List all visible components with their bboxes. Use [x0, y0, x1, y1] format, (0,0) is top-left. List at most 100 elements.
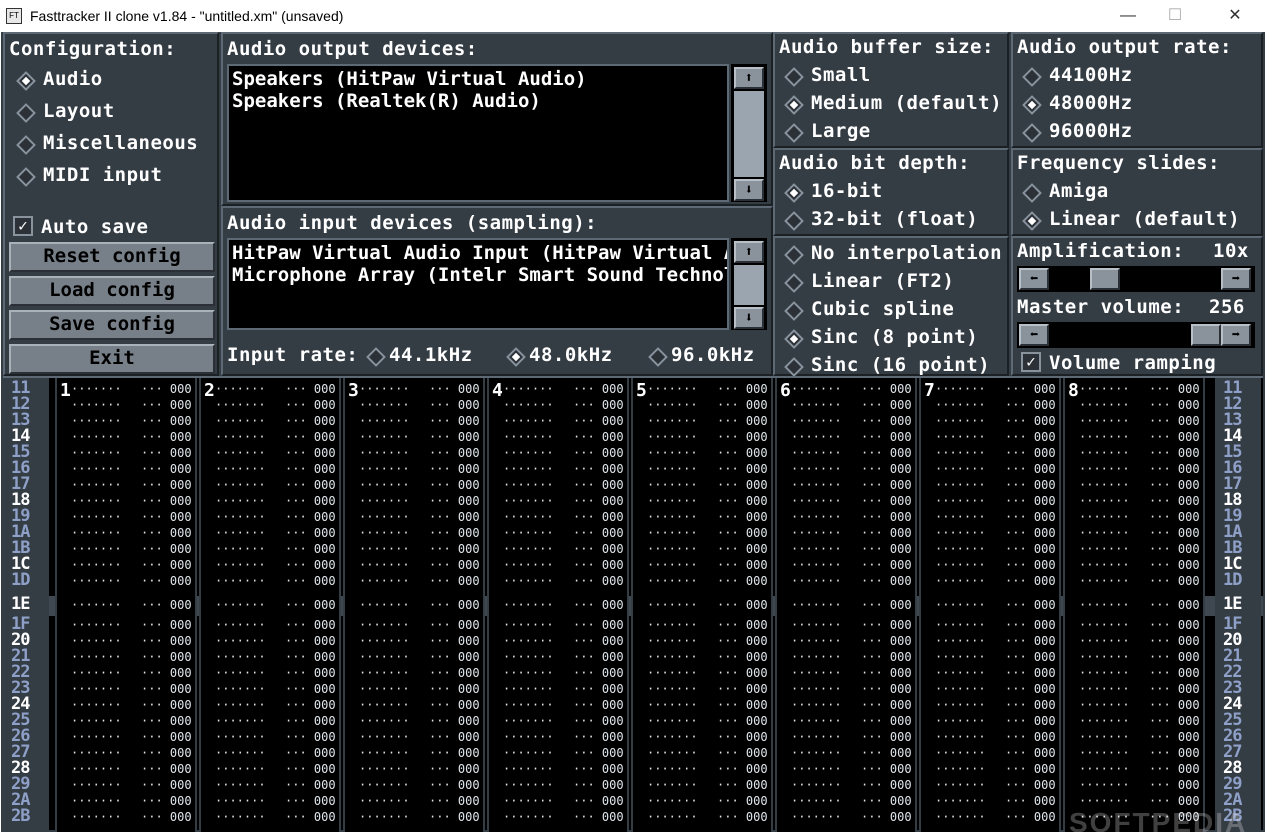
effect-cell[interactable]: ··· 000: [429, 762, 480, 776]
exit-button[interactable]: Exit: [9, 344, 215, 374]
effect-cell[interactable]: ··· 000: [1149, 462, 1200, 476]
note-cell[interactable]: ·······: [359, 618, 410, 632]
note-cell[interactable]: ·······: [71, 510, 122, 524]
effect-cell[interactable]: ··· 000: [285, 666, 336, 680]
effect-cell[interactable]: ··· 000: [573, 650, 624, 664]
effect-cell[interactable]: ··· 000: [285, 634, 336, 648]
note-cell[interactable]: ·······: [359, 810, 410, 824]
note-cell[interactable]: ·······: [935, 650, 986, 664]
effect-cell[interactable]: ··· 000: [573, 478, 624, 492]
effect-cell[interactable]: ··· 000: [717, 446, 768, 460]
effect-cell[interactable]: ··· 000: [861, 430, 912, 444]
effect-cell[interactable]: ··· 000: [285, 730, 336, 744]
channel-6[interactable]: 6 ······· ··· 000 ······· ··· 000 ······· ··· …: [775, 378, 917, 832]
note-cell[interactable]: ·······: [1079, 714, 1130, 728]
note-cell[interactable]: ·······: [935, 666, 986, 680]
note-cell[interactable]: ·······: [71, 462, 122, 476]
note-cell[interactable]: ·······: [215, 778, 266, 792]
note-cell[interactable]: ·······: [359, 650, 410, 664]
note-cell[interactable]: ·······: [71, 730, 122, 744]
note-cell[interactable]: ·······: [647, 398, 698, 412]
note-cell[interactable]: ·······: [503, 698, 554, 712]
note-cell[interactable]: ·······: [71, 414, 122, 428]
note-cell[interactable]: ·······: [503, 730, 554, 744]
note-cell[interactable]: ·······: [503, 574, 554, 588]
effect-cell[interactable]: ··· 000: [1149, 618, 1200, 632]
effect-cell[interactable]: ··· 000: [141, 494, 192, 508]
note-cell[interactable]: ·······: [935, 526, 986, 540]
radio-midi-input[interactable]: [16, 167, 36, 187]
scroll-down-button[interactable]: ⬇: [734, 307, 764, 329]
note-cell[interactable]: ·······: [1079, 558, 1130, 572]
auto-save-checkbox[interactable]: ✓: [13, 216, 33, 236]
effect-cell[interactable]: ··· 000: [141, 778, 192, 792]
note-cell[interactable]: ·······: [647, 698, 698, 712]
note-cell[interactable]: ·······: [71, 746, 122, 760]
effect-cell[interactable]: ··· 000: [429, 542, 480, 556]
note-cell[interactable]: ·······: [215, 810, 266, 824]
effect-cell[interactable]: ··· 000: [141, 526, 192, 540]
note-cell[interactable]: ·······: [215, 494, 266, 508]
effect-cell[interactable]: ··· 000: [717, 382, 768, 396]
note-cell[interactable]: ·······: [935, 558, 986, 572]
note-cell[interactable]: ·······: [503, 634, 554, 648]
note-cell[interactable]: ·······: [935, 762, 986, 776]
effect-cell[interactable]: ··· 000: [429, 598, 480, 612]
note-cell[interactable]: ·······: [359, 794, 410, 808]
note-cell[interactable]: ·······: [215, 462, 266, 476]
effect-cell[interactable]: ··· 000: [1005, 778, 1056, 792]
note-cell[interactable]: ·······: [359, 778, 410, 792]
effect-cell[interactable]: ··· 000: [1005, 618, 1056, 632]
effect-cell[interactable]: ··· 000: [429, 794, 480, 808]
note-cell[interactable]: ·······: [647, 714, 698, 728]
note-cell[interactable]: ·······: [935, 446, 986, 460]
effect-cell[interactable]: ··· 000: [285, 650, 336, 664]
note-cell[interactable]: ·······: [1079, 430, 1130, 444]
note-cell[interactable]: ·······: [647, 746, 698, 760]
radio-cubic[interactable]: [784, 301, 804, 321]
effect-cell[interactable]: ··· 000: [285, 746, 336, 760]
amplification-slider[interactable]: ⬅ ➡: [1017, 266, 1255, 292]
effect-cell[interactable]: ··· 000: [429, 462, 480, 476]
effect-cell[interactable]: ··· 000: [1005, 762, 1056, 776]
note-cell[interactable]: ·······: [935, 430, 986, 444]
effect-cell[interactable]: ··· 000: [573, 778, 624, 792]
note-cell[interactable]: ·······: [503, 810, 554, 824]
radio-input-48k[interactable]: [506, 347, 526, 367]
note-cell[interactable]: ·······: [359, 382, 410, 396]
note-cell[interactable]: ·······: [503, 494, 554, 508]
effect-cell[interactable]: ··· 000: [573, 414, 624, 428]
note-cell[interactable]: ·······: [359, 682, 410, 696]
channel-1[interactable]: 1 ······· ··· 000 ······· ··· 000 ······· ··· …: [55, 378, 197, 832]
effect-cell[interactable]: ··· 000: [717, 574, 768, 588]
channel-2[interactable]: 2 ······· ··· 000 ······· ··· 000 ······· ··· …: [199, 378, 341, 832]
note-cell[interactable]: ·······: [359, 714, 410, 728]
note-cell[interactable]: ·······: [791, 730, 842, 744]
channel-4[interactable]: 4 ······· ··· 000 ······· ··· 000 ······· ··· …: [487, 378, 629, 832]
effect-cell[interactable]: ··· 000: [861, 714, 912, 728]
note-cell[interactable]: ·······: [935, 462, 986, 476]
effect-cell[interactable]: ··· 000: [861, 762, 912, 776]
effect-cell[interactable]: ··· 000: [285, 542, 336, 556]
buffer-small[interactable]: Small: [811, 64, 871, 86]
note-cell[interactable]: ·······: [647, 558, 698, 572]
buffer-large[interactable]: Large: [811, 120, 871, 142]
note-cell[interactable]: ·······: [1079, 478, 1130, 492]
note-cell[interactable]: ·······: [359, 574, 410, 588]
channel-8[interactable]: 8 ······· ··· 000 ······· ··· 000 ······· ··· …: [1063, 378, 1205, 832]
note-cell[interactable]: ·······: [647, 526, 698, 540]
effect-cell[interactable]: ··· 000: [141, 598, 192, 612]
effect-cell[interactable]: ··· 000: [141, 382, 192, 396]
effect-cell[interactable]: ··· 000: [861, 446, 912, 460]
effect-cell[interactable]: ··· 000: [717, 510, 768, 524]
effect-cell[interactable]: ··· 000: [861, 398, 912, 412]
effect-cell[interactable]: ··· 000: [861, 730, 912, 744]
effect-cell[interactable]: ··· 000: [1005, 414, 1056, 428]
radio-no-interp[interactable]: [784, 245, 804, 265]
note-cell[interactable]: ·······: [215, 746, 266, 760]
effect-cell[interactable]: ··· 000: [141, 650, 192, 664]
note-cell[interactable]: ·······: [1079, 794, 1130, 808]
note-cell[interactable]: ·······: [359, 698, 410, 712]
note-cell[interactable]: ·······: [359, 558, 410, 572]
effect-cell[interactable]: ··· 000: [1005, 478, 1056, 492]
